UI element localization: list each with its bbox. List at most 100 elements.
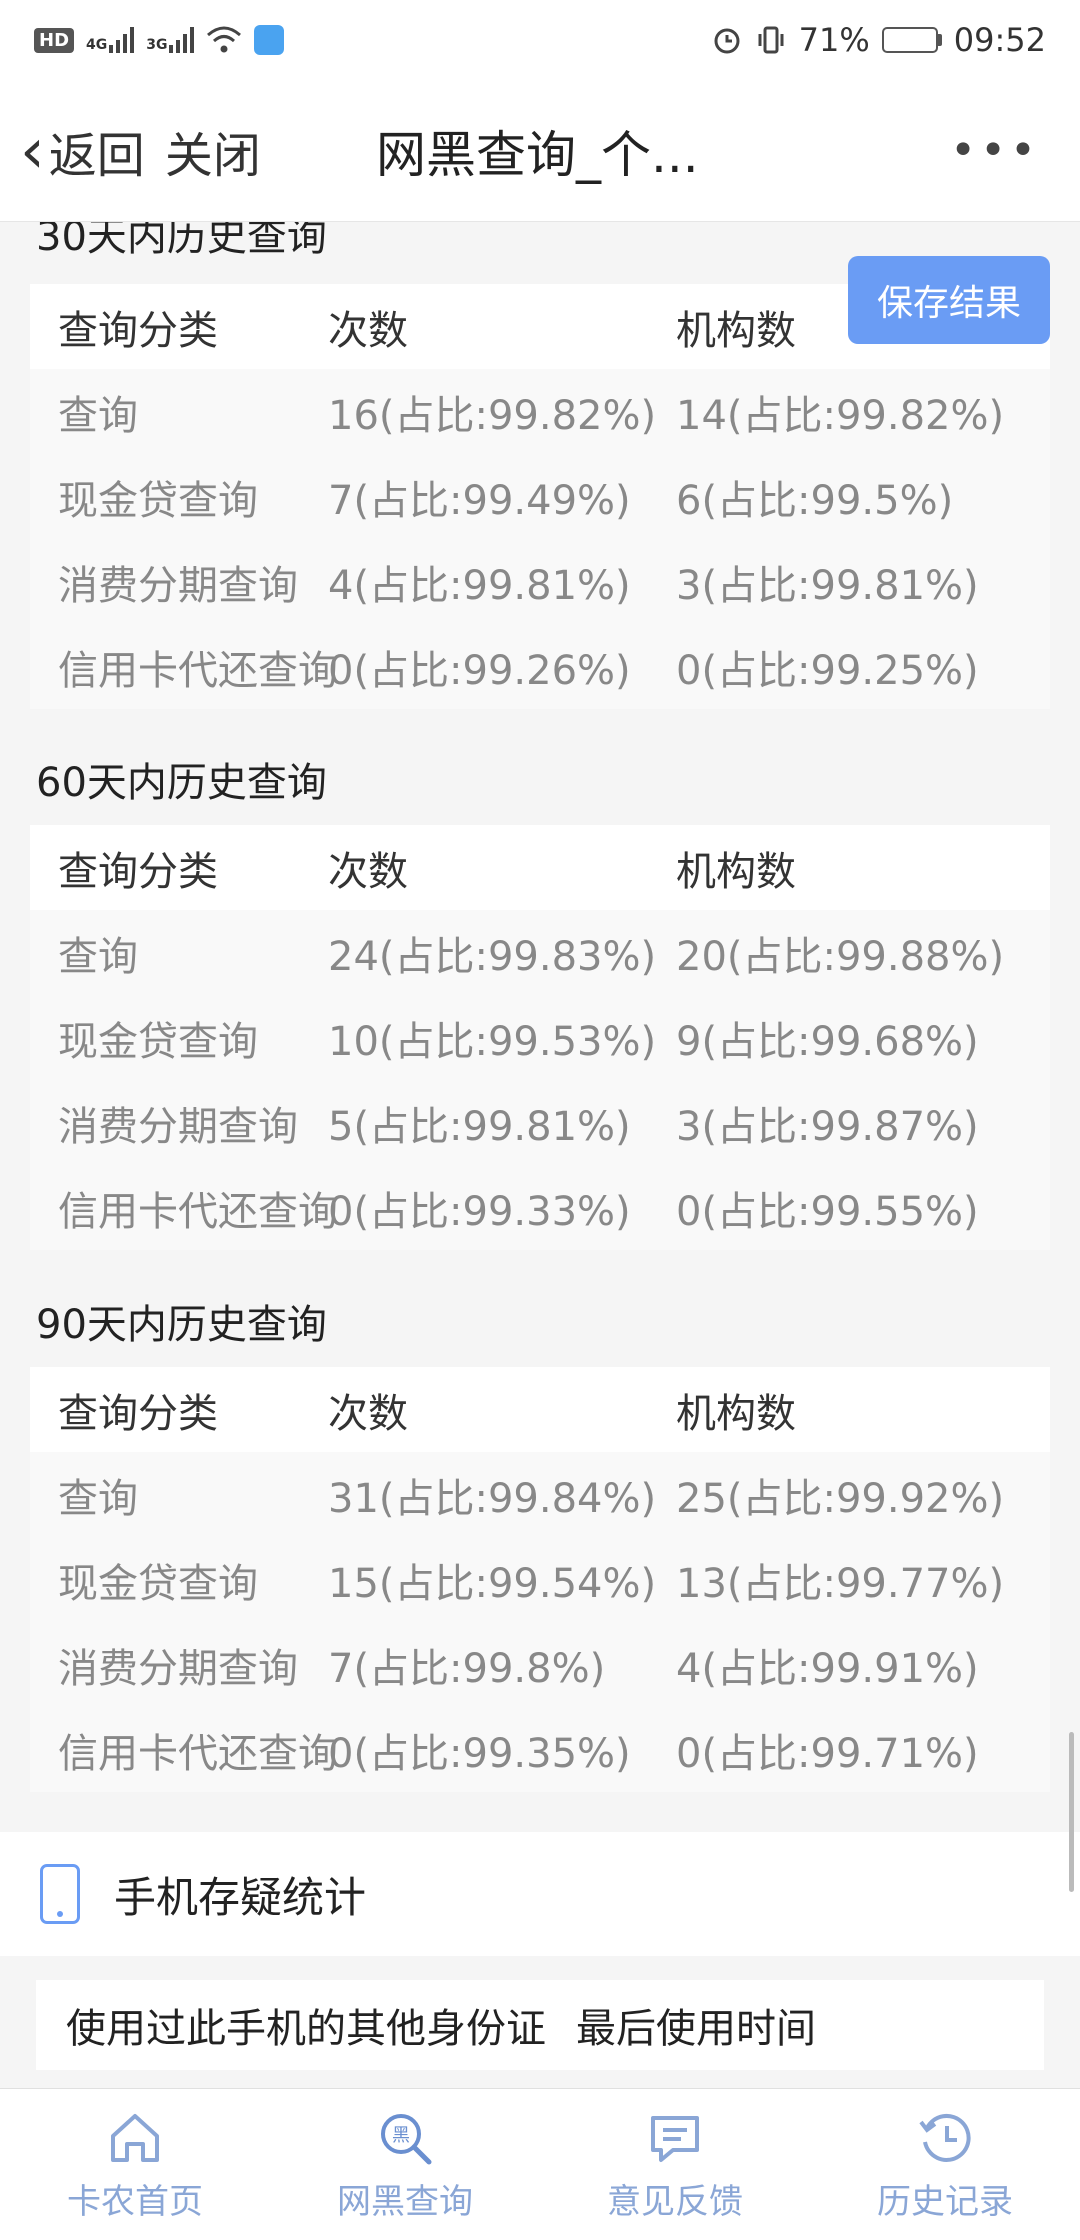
cell-count: 15(占比:99.54%) bbox=[328, 1560, 657, 1607]
network-type-1: 4G bbox=[86, 37, 108, 53]
table-row: 现金贷查询 15(占比:99.54%) 13(占比:99.77%) bbox=[30, 1537, 1050, 1622]
cell-category: 现金贷查询 bbox=[58, 477, 258, 524]
battery-icon bbox=[881, 27, 942, 53]
table-row: 消费分期查询 7(占比:99.8%) 4(占比:99.91%) bbox=[30, 1622, 1050, 1707]
tab-label: 网黑查询 bbox=[337, 2182, 473, 2222]
battery-percent: 71% bbox=[798, 21, 870, 59]
cell-institutions: 4(占比:99.91%) bbox=[676, 1645, 979, 1692]
svg-text:黑: 黑 bbox=[392, 2125, 410, 2146]
cell-count: 16(占比:99.82%) bbox=[328, 392, 657, 439]
table-row: 消费分期查询 5(占比:99.81%) 3(占比:99.87%) bbox=[30, 1080, 1050, 1165]
tab-label: 卡农首页 bbox=[67, 2182, 203, 2222]
content-area[interactable]: 30天内历史查询 查询分类 次数 机构数 查询 16(占比:99.82%) 14… bbox=[0, 222, 1080, 2088]
cell-count: 0(占比:99.26%) bbox=[328, 647, 631, 694]
tab-feedback[interactable]: 意见反馈 bbox=[540, 2089, 810, 2240]
status-bar: HD 4G 3G 71% 09:52 bbox=[0, 0, 1080, 80]
feedback-icon bbox=[651, 2116, 699, 2162]
cell-institutions: 9(占比:99.68%) bbox=[676, 1018, 979, 1065]
header-institutions: 机构数 bbox=[676, 848, 796, 895]
cell-category: 信用卡代还查询 bbox=[58, 1730, 338, 1777]
table-header: 查询分类 次数 机构数 bbox=[30, 1367, 1050, 1452]
alarm-icon bbox=[714, 28, 740, 54]
cell-category: 消费分期查询 bbox=[58, 1103, 298, 1150]
cell-category: 查询 bbox=[58, 392, 138, 439]
cell-institutions: 3(占比:99.81%) bbox=[676, 562, 979, 609]
cell-institutions: 6(占比:99.5%) bbox=[676, 477, 954, 524]
wifi-icon bbox=[207, 26, 242, 53]
header-other-ids: 使用过此手机的其他身份证 bbox=[66, 2006, 546, 2052]
cell-count: 5(占比:99.81%) bbox=[328, 1103, 631, 1150]
cell-institutions: 20(占比:99.88%) bbox=[676, 933, 1005, 980]
save-result-button[interactable]: 保存结果 bbox=[848, 256, 1050, 344]
header-count: 次数 bbox=[328, 848, 408, 895]
bottom-tab-bar: 卡农首页 黑 网黑查询 意见反馈 历史记录 bbox=[0, 2088, 1080, 2240]
cell-count: 0(占比:99.33%) bbox=[328, 1188, 631, 1235]
header-category: 查询分类 bbox=[58, 848, 218, 895]
tab-history[interactable]: 历史记录 bbox=[810, 2089, 1080, 2240]
cell-category: 现金贷查询 bbox=[58, 1560, 258, 1607]
table-row: 现金贷查询 7(占比:99.49%) 6(占比:99.5%) bbox=[30, 454, 1050, 539]
table-row: 查询 24(占比:99.83%) 20(占比:99.88%) bbox=[30, 910, 1050, 995]
section-title-30d: 30天内历史查询 bbox=[36, 222, 327, 260]
cell-count: 24(占比:99.83%) bbox=[328, 933, 657, 980]
table-row: 查询 31(占比:99.84%) 25(占比:99.92%) bbox=[30, 1452, 1050, 1537]
phone-section-title: 手机存疑统计 bbox=[114, 1872, 367, 1922]
cell-institutions: 13(占比:99.77%) bbox=[676, 1560, 1005, 1607]
shield-app-icon bbox=[254, 25, 285, 55]
phone-suspicion-section: 手机存疑统计 bbox=[0, 1832, 1080, 1956]
header-count: 次数 bbox=[328, 307, 408, 354]
nav-bar: ‹ 返回 关闭 网黑查询_个... ••• bbox=[0, 80, 1080, 222]
back-label: 返回 bbox=[48, 127, 145, 184]
cell-category: 消费分期查询 bbox=[58, 562, 298, 609]
header-category: 查询分类 bbox=[58, 1390, 218, 1437]
cell-institutions: 14(占比:99.82%) bbox=[676, 392, 1005, 439]
header-count: 次数 bbox=[328, 1390, 408, 1437]
blacklist-search-icon: 黑 bbox=[381, 2114, 432, 2165]
table-header: 查询分类 次数 机构数 bbox=[30, 825, 1050, 910]
table-row: 信用卡代还查询 0(占比:99.33%) 0(占比:99.55%) bbox=[30, 1165, 1050, 1250]
header-institutions: 机构数 bbox=[676, 1390, 796, 1437]
cell-category: 查询 bbox=[58, 1475, 138, 1522]
phone-id-table-header: 使用过此手机的其他身份证 最后使用时间 bbox=[36, 1980, 1044, 2070]
header-category: 查询分类 bbox=[58, 307, 218, 354]
section-title-90d: 90天内历史查询 bbox=[36, 1302, 327, 1348]
chevron-left-icon: ‹ bbox=[20, 113, 45, 187]
cell-signal-icon-2: 3G bbox=[146, 27, 195, 53]
cell-signal-icon: 4G bbox=[86, 27, 135, 53]
hd-badge: HD bbox=[34, 27, 75, 53]
cell-category: 信用卡代还查询 bbox=[58, 1188, 338, 1235]
cell-count: 7(占比:99.49%) bbox=[328, 477, 631, 524]
back-button[interactable]: ‹ 返回 bbox=[0, 116, 145, 186]
clock-time: 09:52 bbox=[953, 21, 1046, 59]
cell-count: 31(占比:99.84%) bbox=[328, 1475, 657, 1522]
cell-institutions: 0(占比:99.71%) bbox=[676, 1730, 979, 1777]
cell-institutions: 0(占比:99.25%) bbox=[676, 647, 979, 694]
history-icon bbox=[919, 2113, 971, 2162]
tab-home[interactable]: 卡农首页 bbox=[0, 2089, 270, 2240]
table-row: 消费分期查询 4(占比:99.81%) 3(占比:99.81%) bbox=[30, 539, 1050, 624]
network-type-2: 3G bbox=[146, 37, 168, 53]
close-button[interactable]: 关闭 bbox=[165, 116, 261, 186]
cell-category: 现金贷查询 bbox=[58, 1018, 258, 1065]
table-row: 信用卡代还查询 0(占比:99.26%) 0(占比:99.25%) bbox=[30, 624, 1050, 709]
home-icon bbox=[111, 2114, 159, 2162]
cell-count: 0(占比:99.35%) bbox=[328, 1730, 631, 1777]
cell-institutions: 0(占比:99.55%) bbox=[676, 1188, 979, 1235]
cell-count: 10(占比:99.53%) bbox=[328, 1018, 657, 1065]
tab-blacklist-search[interactable]: 黑 网黑查询 bbox=[270, 2089, 540, 2240]
table-row: 信用卡代还查询 0(占比:99.35%) 0(占比:99.71%) bbox=[30, 1707, 1050, 1792]
header-last-used: 最后使用时间 bbox=[576, 2006, 816, 2052]
mobile-phone-icon bbox=[40, 1864, 80, 1924]
cell-category: 消费分期查询 bbox=[58, 1645, 298, 1692]
table-row: 现金贷查询 10(占比:99.53%) 9(占比:99.68%) bbox=[30, 995, 1050, 1080]
more-options-button[interactable]: ••• bbox=[950, 125, 1040, 176]
scrollbar-thumb[interactable] bbox=[1069, 1732, 1074, 1892]
cell-category: 信用卡代还查询 bbox=[58, 647, 338, 694]
cell-institutions: 3(占比:99.87%) bbox=[676, 1103, 979, 1150]
section-title-60d: 60天内历史查询 bbox=[36, 760, 327, 806]
vibrate-icon bbox=[758, 26, 784, 54]
cell-count: 7(占比:99.8%) bbox=[328, 1645, 606, 1692]
query-table-60d: 查询分类 次数 机构数 查询 24(占比:99.83%) 20(占比:99.88… bbox=[30, 825, 1050, 1250]
cell-count: 4(占比:99.81%) bbox=[328, 562, 631, 609]
query-table-90d: 查询分类 次数 机构数 查询 31(占比:99.84%) 25(占比:99.92… bbox=[30, 1367, 1050, 1792]
